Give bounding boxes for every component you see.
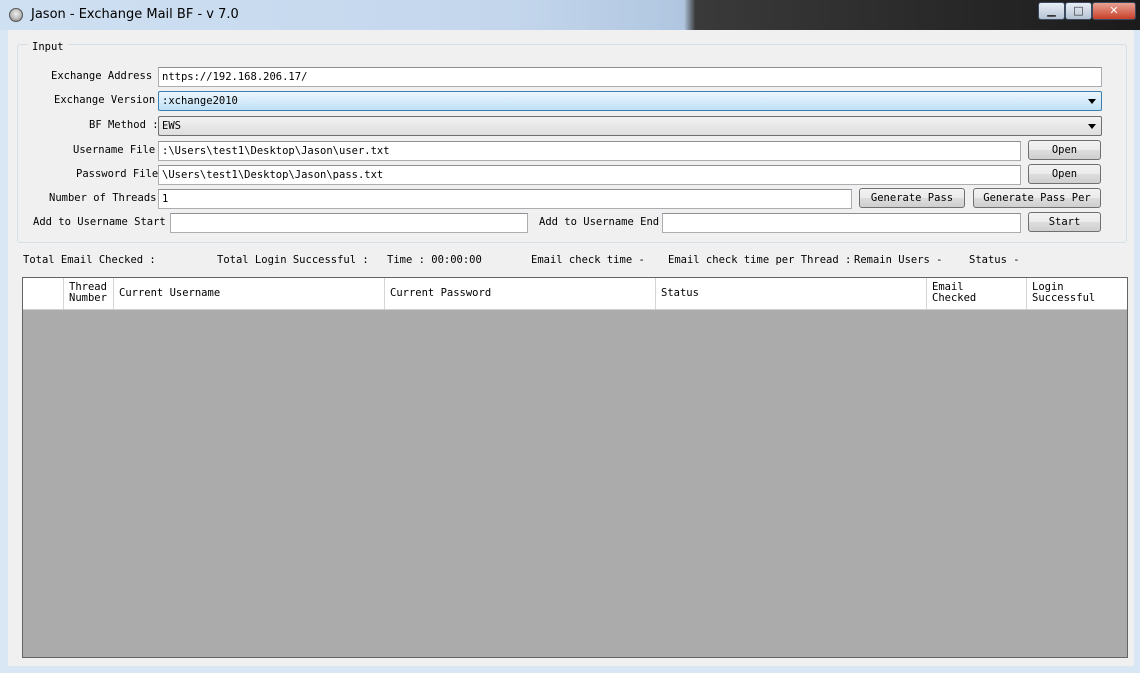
- start-button[interactable]: Start: [1028, 212, 1101, 232]
- username-start-label: Add to Username Start :: [33, 216, 179, 228]
- bf-method-label: BF Method :: [89, 119, 159, 131]
- input-group-label: Input: [28, 41, 68, 53]
- exchange-address-input[interactable]: nttps://192.168.206.17/: [158, 67, 1102, 87]
- app-skull-icon: [9, 8, 23, 22]
- window-title: Jason - Exchange Mail BF - v 7.0: [31, 7, 239, 22]
- threads-input[interactable]: 1: [158, 189, 852, 209]
- title-bar[interactable]: Jason - Exchange Mail BF - v 7.0 ▁ □ ✕: [0, 0, 1140, 30]
- username-start-input[interactable]: [170, 213, 528, 233]
- username-end-input[interactable]: [662, 213, 1021, 233]
- chevron-down-icon: [1088, 124, 1096, 129]
- bf-method-value: EWS: [162, 120, 181, 132]
- username-file-input[interactable]: :\Users\test1\Desktop\Jason\user.txt: [158, 141, 1021, 161]
- maximize-button[interactable]: □: [1065, 2, 1092, 20]
- close-button[interactable]: ✕: [1092, 2, 1136, 20]
- results-grid[interactable]: Thread Number Current Username Current P…: [22, 277, 1128, 658]
- status-label: Status -: [969, 254, 1020, 266]
- exchange-version-label: Exchange Version :: [54, 94, 168, 106]
- column-current-password[interactable]: Current Password: [385, 278, 656, 309]
- total-login-successful-label: Total Login Successful :: [217, 254, 369, 266]
- username-end-label: Add to Username End :: [539, 216, 672, 228]
- threads-label: Number of Threads :: [49, 192, 170, 204]
- password-file-input[interactable]: \Users\test1\Desktop\Jason\pass.txt: [158, 165, 1021, 185]
- column-email-checked[interactable]: Email Checked: [927, 278, 1027, 309]
- column-status[interactable]: Status: [656, 278, 927, 309]
- grid-corner-header[interactable]: [23, 278, 64, 309]
- exchange-version-value: :xchange2010: [162, 95, 238, 107]
- exchange-address-label: Exchange Address :: [51, 70, 165, 82]
- password-file-label: Password File :: [76, 168, 171, 180]
- bf-method-select[interactable]: EWS: [158, 116, 1102, 136]
- minimize-button[interactable]: ▁: [1038, 2, 1065, 20]
- column-thread-number[interactable]: Thread Number: [64, 278, 114, 309]
- chevron-down-icon: [1088, 99, 1096, 104]
- column-current-username[interactable]: Current Username: [114, 278, 385, 309]
- remain-users-label: Remain Users -: [854, 254, 943, 266]
- grid-header: Thread Number Current Username Current P…: [23, 278, 1127, 310]
- username-file-label: Username File :: [73, 144, 168, 156]
- email-check-time-label: Email check time -: [531, 254, 645, 266]
- generate-pass-per-button[interactable]: Generate Pass Per: [973, 188, 1101, 208]
- email-check-time-per-thread-label: Email check time per Thread :: [668, 254, 852, 266]
- exchange-version-select[interactable]: :xchange2010: [158, 91, 1102, 111]
- generate-pass-button[interactable]: Generate Pass: [859, 188, 965, 208]
- time-label: Time : 00:00:00: [387, 254, 482, 266]
- column-login-successful[interactable]: Login Successful: [1027, 278, 1127, 309]
- open-username-file-button[interactable]: Open: [1028, 140, 1101, 160]
- open-password-file-button[interactable]: Open: [1028, 164, 1101, 184]
- total-email-checked-label: Total Email Checked :: [23, 254, 156, 266]
